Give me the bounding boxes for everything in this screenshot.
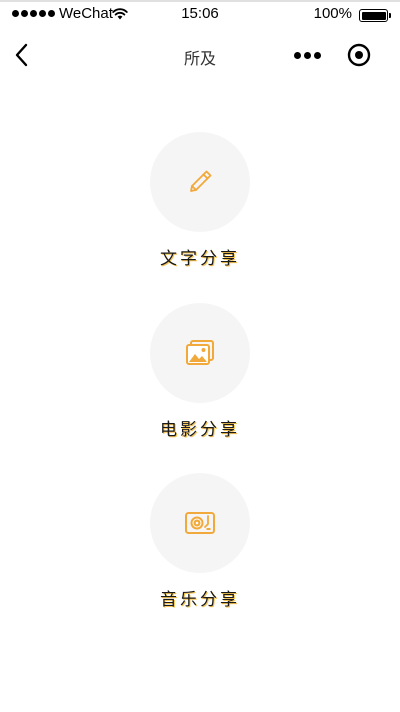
movie-share-icon-circle (150, 303, 250, 403)
text-share-label: 文字分享 (160, 249, 240, 269)
record-player-icon (185, 512, 215, 534)
battery-percentage: 100% (313, 5, 352, 22)
image-icon (186, 340, 214, 365)
battery-icon (359, 9, 391, 22)
page-title: 所及 (183, 49, 216, 68)
music-share-icon-circle (150, 473, 250, 573)
music-share-button[interactable]: 音乐分享 (0, 473, 400, 623)
status-bar: WeChat 15:06 100% (0, 0, 400, 30)
pen-icon (190, 170, 212, 192)
navigation-bar: 所及 (0, 30, 400, 80)
text-share-icon-circle (150, 132, 250, 232)
movie-share-label: 电影分享 (160, 420, 240, 440)
text-share-button[interactable]: 文字分享 (0, 132, 400, 282)
music-share-label: 音乐分享 (160, 590, 240, 610)
movie-share-button[interactable]: 电影分享 (0, 303, 400, 453)
status-bar-divider (0, 0, 400, 2)
record-target-icon[interactable] (346, 42, 372, 68)
more-options-button[interactable] (289, 45, 325, 65)
